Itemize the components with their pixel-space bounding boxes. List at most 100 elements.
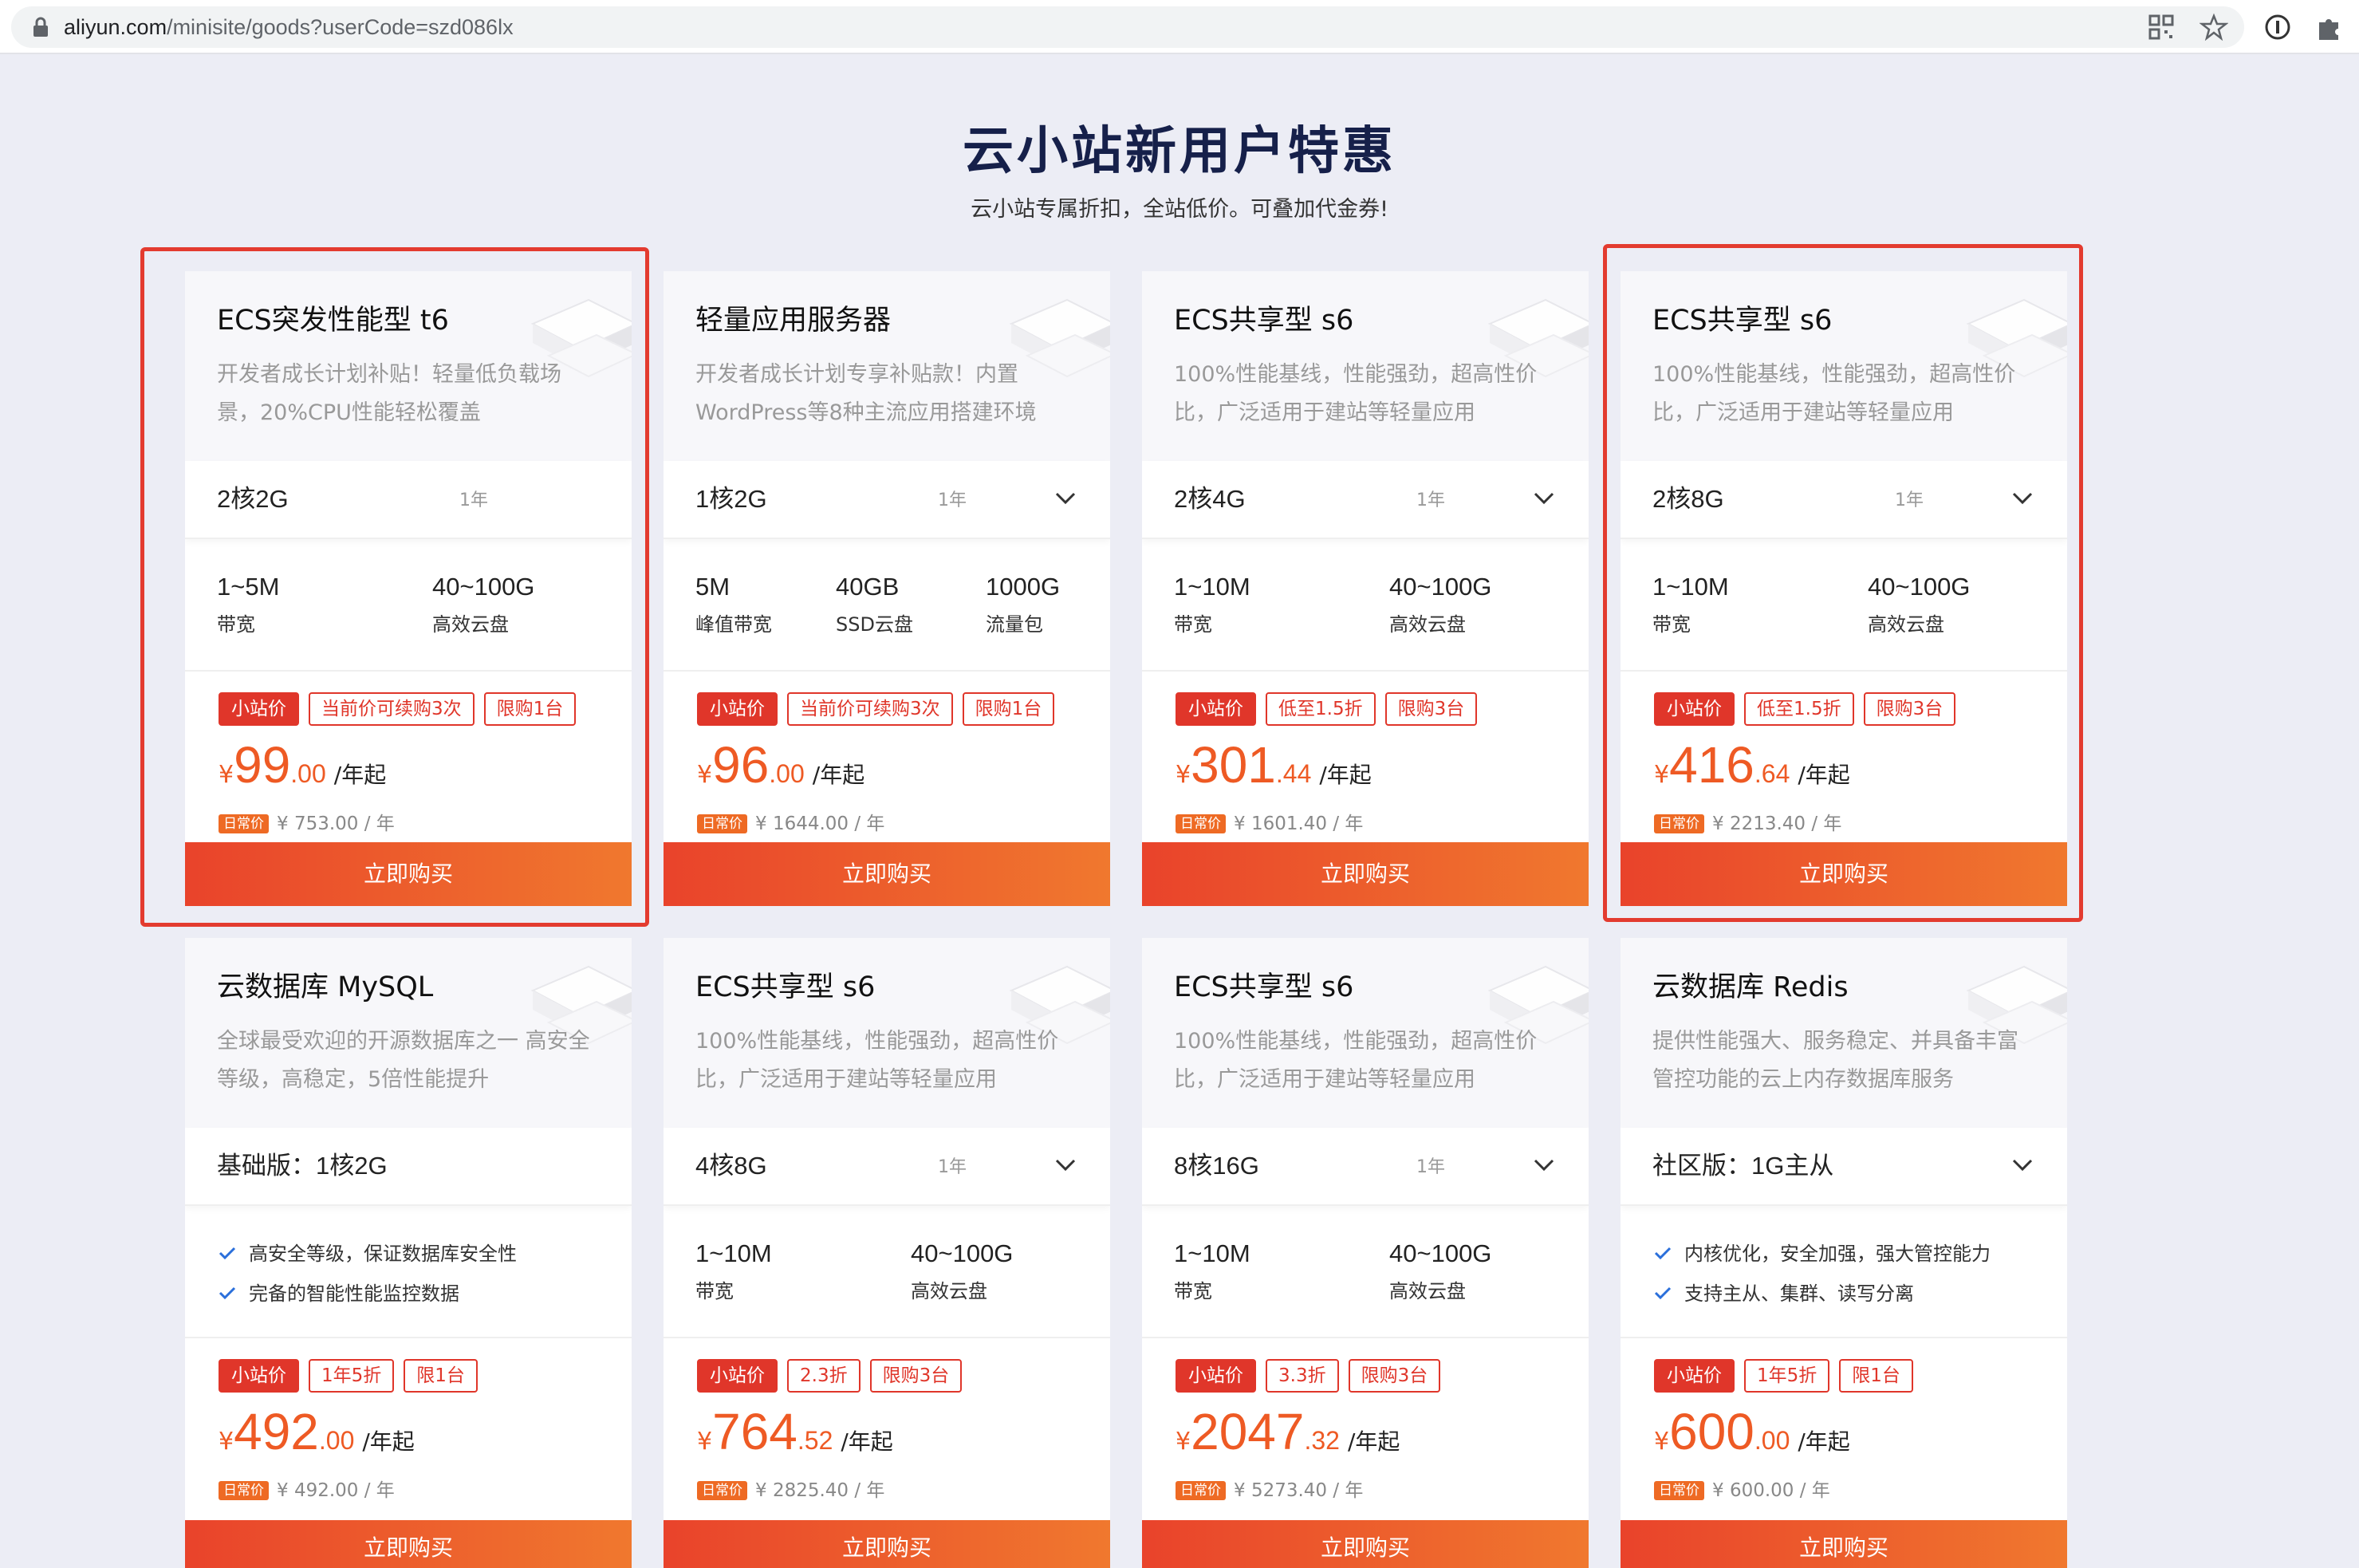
card-description: 开发者成长计划专享补贴款！内置WordPress等8种主流应用搭建环境 [695, 362, 1037, 425]
chevron-down-icon[interactable] [2011, 1156, 2034, 1174]
spec-selector[interactable]: 社区版：1G主从 [1621, 1128, 2067, 1206]
price-integer: 99 [234, 736, 291, 794]
buy-now-button[interactable]: 立即购买 [1142, 842, 1589, 906]
card-title: 轻量应用服务器 [695, 305, 892, 337]
term-value: 1年 [1895, 490, 1924, 510]
card-title: ECS共享型 s6 [1652, 305, 1833, 337]
price-unit: /年起 [841, 1428, 893, 1455]
spec-item-label: 高效云盘 [1389, 613, 1466, 636]
price: ¥492.00/年起 [219, 1404, 415, 1460]
product-card: 云数据库 Redis 提供性能强大、服务稳定、并具备丰富管控功能的云上内存数据库服… [1621, 938, 2067, 1568]
card-header: 云数据库 MySQL 全球最受欢迎的开源数据库之一 高安全等级，高稳定，5倍性能提… [185, 938, 632, 1128]
spec-selector[interactable]: 1核2G 1年 [664, 461, 1110, 539]
feature-text: 支持主从、集群、读写分离 [1684, 1282, 1914, 1305]
info-icon[interactable] [2263, 13, 2292, 41]
spec-item: 1~10M 带宽 [1652, 571, 1729, 636]
buy-now-button[interactable]: 立即购买 [664, 842, 1110, 906]
spec-selector[interactable]: 4核8G 1年 [664, 1128, 1110, 1206]
price-decimal: .00 [769, 759, 805, 788]
regular-price-badge: 日常价 [697, 814, 747, 833]
product-card: ECS共享型 s6 100%性能基线，性能强劲，超高性价比，广泛适用于建站等轻量应… [1142, 938, 1589, 1568]
spec-item: 40~100G 高效云盘 [1389, 1238, 1491, 1303]
spec-item-value: 40~100G [1389, 1239, 1492, 1267]
regular-price-text: ¥ 5273.40 / 年 [1234, 1480, 1364, 1501]
price-currency: ¥ [1176, 761, 1191, 789]
spec-item-label: 带宽 [695, 1280, 734, 1302]
spec-item-value: 1~10M [1652, 573, 1729, 601]
regular-price-text: ¥ 753.00 / 年 [277, 814, 395, 834]
card-description: 100%性能基线，性能强劲，超高性价比，广泛适用于建站等轻量应用 [695, 1029, 1059, 1092]
spec-item-value: 5M [695, 573, 731, 601]
buy-now-button[interactable]: 立即购买 [1142, 1520, 1589, 1568]
promo-tag: 小站价 [1654, 692, 1735, 726]
buy-now-button[interactable]: 立即购买 [664, 1520, 1110, 1568]
regular-price-badge: 日常价 [1654, 814, 1704, 833]
regular-price-text: ¥ 1644.00 / 年 [755, 814, 885, 834]
buy-now-button[interactable]: 立即购买 [1621, 1520, 2067, 1568]
spec-selector[interactable]: 2核8G 1年 [1621, 461, 2067, 539]
price: ¥2047.32/年起 [1176, 1404, 1400, 1460]
promo-tag: 限购3台 [869, 1359, 963, 1393]
promo-tag: 限1台 [404, 1359, 478, 1393]
price-currency: ¥ [219, 761, 234, 789]
price-decimal: .00 [290, 759, 326, 788]
term-value: 1年 [1416, 1157, 1445, 1177]
buy-now-button[interactable]: 立即购买 [185, 842, 632, 906]
chevron-down-icon[interactable] [1533, 1156, 1555, 1174]
qr-code-icon[interactable] [2147, 13, 2176, 41]
buy-now-button[interactable]: 立即购买 [185, 1520, 632, 1568]
regular-price: 日常价 ¥ 5273.40 / 年 [1176, 1479, 1363, 1503]
chevron-down-icon[interactable] [1533, 490, 1555, 507]
price-area: 小站价 2.3折 限购3台 ¥764.52/年起 日常价 ¥ 2825.40 / 年 [664, 1338, 1110, 1514]
chevron-down-icon[interactable] [1054, 490, 1077, 507]
spec-value: 2核2G [217, 485, 289, 513]
spec-selector[interactable]: 8核16G 1年 [1142, 1128, 1589, 1206]
tag-row: 小站价 低至1.5折 限购3台 [1654, 692, 1965, 726]
promo-tag: 3.3折 [1266, 1359, 1339, 1393]
spec-item-label: SSD云盘 [836, 613, 913, 636]
regular-price-badge: 日常价 [219, 814, 269, 833]
promo-tag: 小站价 [1654, 1359, 1735, 1393]
spec-selector[interactable]: 2核2G 1年 [185, 461, 632, 539]
spec-item: 40~100G 高效云盘 [432, 571, 534, 636]
feature-text: 高安全等级，保证数据库安全性 [249, 1243, 517, 1265]
regular-price-badge: 日常价 [697, 1481, 747, 1500]
price-decimal: .44 [1275, 759, 1312, 788]
card-title: ECS共享型 s6 [1174, 305, 1354, 337]
spec-value: 2核4G [1174, 485, 1246, 513]
spec-item-value: 40~100G [911, 1239, 1014, 1267]
spec-item-label: 高效云盘 [1389, 1280, 1466, 1302]
spec-item-label: 流量包 [986, 613, 1043, 636]
regular-price: 日常价 ¥ 492.00 / 年 [219, 1479, 395, 1503]
buy-now-button[interactable]: 立即购买 [1621, 842, 2067, 906]
promo-tag: 限购1台 [483, 692, 577, 726]
product-card: ECS共享型 s6 100%性能基线，性能强劲，超高性价比，广泛适用于建站等轻量应… [1621, 271, 2067, 906]
chevron-down-icon[interactable] [2011, 490, 2034, 507]
spec-item-value: 40~100G [1389, 573, 1492, 601]
price-decimal: .00 [1754, 1426, 1790, 1455]
regular-price: 日常价 ¥ 2213.40 / 年 [1654, 812, 1841, 836]
spec-item: 40~100G 高效云盘 [1389, 571, 1491, 636]
star-bookmark-icon[interactable] [2200, 13, 2228, 41]
spec-selector[interactable]: 2核4G 1年 [1142, 461, 1589, 539]
regular-price-badge: 日常价 [1654, 1481, 1704, 1500]
url-text[interactable]: aliyun.com/minisite/goods?userCode=szd08… [64, 11, 514, 43]
feature-list: 高安全等级，保证数据库安全性 完备的智能性能监控数据 [185, 1206, 632, 1338]
price-currency: ¥ [697, 761, 713, 789]
spec-selector[interactable]: 基础版：1核2G [185, 1128, 632, 1206]
check-icon [1654, 1286, 1672, 1300]
regular-price-badge: 日常价 [219, 1481, 269, 1500]
price-unit: /年起 [1798, 1428, 1850, 1455]
promo-tag: 1年5折 [1744, 1359, 1830, 1393]
chevron-down-icon[interactable] [1054, 1156, 1077, 1174]
promo-tag: 小站价 [697, 1359, 778, 1393]
card-description: 提供性能强大、服务稳定、并具备丰富管控功能的云上内存数据库服务 [1652, 1029, 2018, 1092]
tag-row: 小站价 低至1.5折 限购3台 [1176, 692, 1487, 726]
price-currency: ¥ [697, 1428, 713, 1456]
extensions-puzzle-icon[interactable] [2314, 13, 2343, 41]
page-title: 云小站新用户特惠 [963, 122, 1396, 181]
card-description: 100%性能基线，性能强劲，超高性价比，广泛适用于建站等轻量应用 [1652, 362, 2016, 425]
spec-item-value: 40~100G [1868, 573, 1971, 601]
check-icon [219, 1247, 236, 1260]
spec-details: 1~10M 带宽 40~100G 高效云盘 [1621, 539, 2067, 672]
